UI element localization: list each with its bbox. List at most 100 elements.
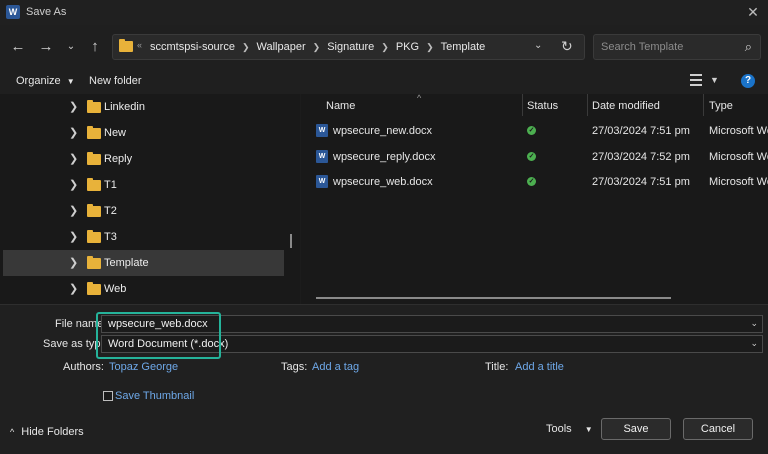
tree-item-new[interactable]: ❯ New [3,120,284,146]
breadcrumb-item[interactable]: Template [441,41,486,53]
file-row[interactable]: W wpsecure_new.docx ✓ 27/03/2024 7:51 pm… [301,118,768,143]
tree-item-label: New [104,127,127,139]
tree-item-label: T1 [104,179,117,191]
breadcrumb-item[interactable]: Signature [327,41,374,53]
tags-field[interactable]: Add a tag [312,361,359,373]
tree-item-reply[interactable]: ❯ Reply [3,146,284,172]
new-folder-button[interactable]: New folder [89,75,142,87]
title-bar: W Save As ✕ [0,0,768,25]
help-icon[interactable]: ? [741,74,755,88]
file-name-dropdown-icon[interactable]: ⌄ [750,318,758,329]
file-list: Name ^ Status Date modified Type W wpsec… [301,94,768,304]
save-thumbnail-checkbox[interactable] [103,391,113,401]
column-header-name[interactable]: Name [326,100,355,112]
chevron-up-icon: ^ [10,427,15,437]
column-divider[interactable] [587,94,588,116]
expand-chevron-icon[interactable]: ❯ [69,230,78,243]
folder-icon [87,178,101,191]
title-field[interactable]: Add a title [515,361,564,373]
file-date: 27/03/2024 7:51 pm [592,176,690,188]
column-divider[interactable] [522,94,523,116]
highlight-annotation [96,312,221,359]
file-type: Microsoft Wo [709,176,768,188]
view-dropdown-icon[interactable]: ▼ [710,75,719,85]
expand-chevron-icon[interactable]: ❯ [69,256,78,269]
tree-item-t3[interactable]: ❯ T3 [3,224,284,250]
search-input[interactable]: Search Template [601,41,683,53]
tools-menu[interactable]: Tools ▼ [546,423,593,435]
breadcrumb-chevron-icon[interactable]: ❯ [242,42,250,53]
organize-label: Organize [16,75,61,87]
breadcrumb-item[interactable]: sccmtspsi-source [150,41,235,53]
organize-dropdown-icon: ▼ [66,77,75,86]
file-row[interactable]: W wpsecure_reply.docx ✓ 27/03/2024 7:52 … [301,144,768,169]
sync-status-ok-icon: ✓ [527,152,536,161]
file-name: wpsecure_new.docx [333,125,433,137]
save-button[interactable]: Save [601,418,671,440]
folder-icon [87,152,101,165]
tools-label: Tools [546,423,572,435]
sync-status-ok-icon: ✓ [527,177,536,186]
file-list-scrollbar[interactable] [316,297,671,299]
expand-chevron-icon[interactable]: ❯ [69,126,78,139]
word-document-icon: W [316,150,328,163]
column-header-status[interactable]: Status [527,100,558,112]
expand-chevron-icon[interactable]: ❯ [69,204,78,217]
recent-locations-chevron-icon[interactable]: ⌄ [62,37,80,57]
tools-dropdown-icon: ▼ [584,425,593,434]
breadcrumb-chevron-icon[interactable]: ❯ [313,42,321,53]
column-divider[interactable] [703,94,704,116]
column-header-label: Name [326,100,356,112]
tree-item-t1[interactable]: ❯ T1 [3,172,284,198]
search-icon[interactable]: ⌕ [745,39,752,55]
title-label: Title: [485,361,509,373]
folder-icon [87,100,101,113]
close-icon[interactable]: ✕ [744,3,762,21]
breadcrumb-chevron-icon[interactable]: ❯ [426,42,434,53]
path-overflow-icon[interactable]: « [137,40,142,50]
file-date: 27/03/2024 7:52 pm [592,151,690,163]
file-row[interactable]: W wpsecure_web.docx ✓ 27/03/2024 7:51 pm… [301,169,768,194]
search-box[interactable]: Search Template ⌕ [593,34,761,60]
navigation-bar: ← → ⌄ ↑ « sccmtspsi-source ❯ Wallpaper ❯… [0,25,768,69]
up-arrow-icon[interactable]: ↑ [86,37,104,57]
sync-status-ok-icon: ✓ [527,126,536,135]
save-as-type-dropdown-icon[interactable]: ⌄ [750,338,758,349]
tree-item-t2[interactable]: ❯ T2 [3,198,284,224]
breadcrumb-item[interactable]: PKG [396,41,419,53]
word-document-icon: W [316,175,328,188]
expand-chevron-icon[interactable]: ❯ [69,152,78,165]
file-date: 27/03/2024 7:51 pm [592,125,690,137]
expand-chevron-icon[interactable]: ❯ [69,282,78,295]
view-options-icon[interactable] [690,74,702,86]
authors-field[interactable]: Topaz George [109,361,178,373]
navigation-pane: ❯ Linkedin ❯ New ❯ Reply ❯ T1 ❯ T2 ❯ T3 … [0,94,300,304]
navigation-scrollbar[interactable] [290,234,292,248]
file-type: Microsoft Wo [709,125,768,137]
breadcrumb-chevron-icon[interactable]: ❯ [381,42,389,53]
address-bar[interactable]: « sccmtspsi-source ❯ Wallpaper ❯ Signatu… [112,34,585,60]
save-thumbnail-label[interactable]: Save Thumbnail [115,390,194,402]
tree-item-label: Reply [104,153,133,165]
folder-icon [87,126,101,139]
command-bar: Organize ▼ New folder ▼ ? [0,69,768,94]
back-arrow-icon[interactable]: ← [9,37,27,57]
column-header-type[interactable]: Type [709,100,733,112]
word-document-icon: W [316,124,328,137]
organize-menu[interactable]: Organize ▼ [16,75,75,87]
address-dropdown-icon[interactable]: ⌄ [534,40,542,51]
breadcrumb: sccmtspsi-source ❯ Wallpaper ❯ Signature… [150,41,485,53]
refresh-icon[interactable]: ↻ [561,38,573,55]
expand-chevron-icon[interactable]: ❯ [69,178,78,191]
hide-folders-button[interactable]: ^ Hide Folders [10,426,84,438]
cancel-button[interactable]: Cancel [683,418,753,440]
column-header-date-modified[interactable]: Date modified [592,100,660,112]
file-type: Microsoft Wo [709,151,768,163]
file-name: wpsecure_web.docx [333,176,433,188]
tree-item-linkedin[interactable]: ❯ Linkedin [3,94,284,120]
expand-chevron-icon[interactable]: ❯ [69,100,78,113]
tree-item-web[interactable]: ❯ Web [3,276,284,302]
tree-item-template[interactable]: ❯ Template [3,250,284,276]
breadcrumb-item[interactable]: Wallpaper [257,41,306,53]
forward-arrow-icon[interactable]: → [37,37,55,57]
